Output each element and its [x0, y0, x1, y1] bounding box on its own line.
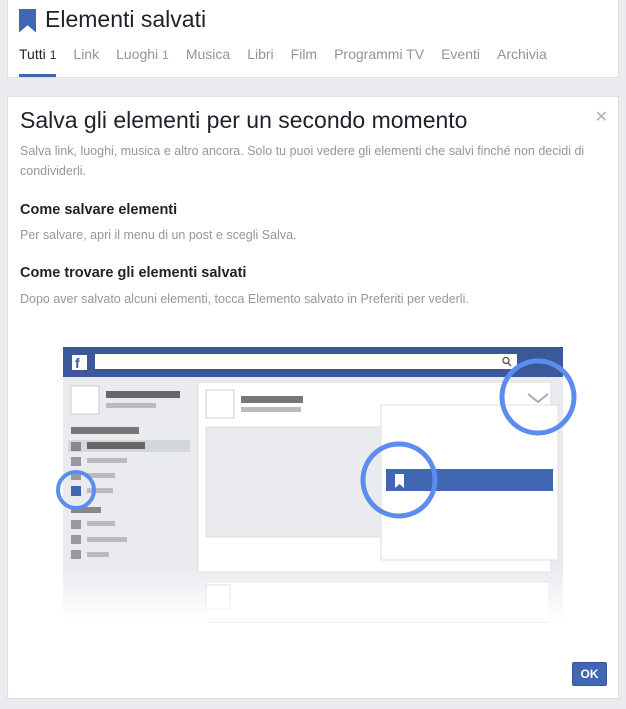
intro-card: ✕ Salva gli elementi per un secondo mome…: [7, 96, 619, 699]
section1-title: Come salvare elementi: [20, 202, 178, 218]
bookmark-icon: [19, 8, 36, 33]
tab-count: 1: [162, 48, 169, 62]
tab-label: Film: [290, 46, 318, 62]
close-icon[interactable]: ✕: [595, 107, 608, 127]
tab-count: 1: [49, 48, 57, 62]
tab-link[interactable]: Link: [73, 46, 99, 77]
illustration-fade: [63, 567, 583, 622]
page-title: Elementi salvati: [45, 6, 207, 32]
ok-button[interactable]: OK: [572, 662, 607, 686]
tab-musica[interactable]: Musica: [186, 46, 230, 77]
tab-label: Link: [73, 46, 100, 62]
card-title: Salva gli elementi per un secondo moment…: [20, 107, 468, 133]
search-bar: [95, 354, 517, 369]
title-row: Elementi salvati: [19, 6, 206, 33]
tab-luoghi[interactable]: Luoghi 1: [116, 46, 169, 77]
svg-text:f: f: [75, 355, 80, 371]
save-menu-item: [386, 469, 553, 491]
tab-label: Musica: [185, 46, 231, 62]
tab-film[interactable]: Film: [291, 46, 317, 77]
intro-text: Salva link, luoghi, musica e altro ancor…: [20, 144, 585, 178]
section1-text: Per salvare, apri il menu di un post e s…: [20, 228, 297, 242]
tab-tutti[interactable]: Tutti 1: [19, 46, 57, 77]
tab-label: Libri: [247, 46, 274, 62]
tab-label: Eventi: [441, 46, 480, 62]
tab-eventi[interactable]: Eventi: [441, 46, 480, 77]
tab-label: Tutti: [19, 46, 46, 62]
tab-label: Luoghi: [116, 46, 159, 62]
tab-programmi-tv[interactable]: Programmi TV: [334, 46, 424, 77]
avatar: [70, 385, 100, 415]
saved-nav-icon: [71, 486, 81, 496]
tab-libri[interactable]: Libri: [247, 46, 273, 77]
tab-archivia[interactable]: Archivia: [497, 46, 547, 77]
tab-label: Programmi TV: [334, 46, 425, 62]
tab-label: Archivia: [497, 46, 547, 62]
tab-bar: Tutti 1 Link Luoghi 1 Musica Libri Film Pr…: [19, 46, 564, 77]
section2-title: Come trovare gli elementi salvati: [20, 265, 247, 281]
header: Elementi salvati Tutti 1 Link Luoghi 1 Mus…: [7, 0, 619, 78]
section2-text: Dopo aver salvato alcuni elementi, tocca…: [20, 292, 469, 306]
